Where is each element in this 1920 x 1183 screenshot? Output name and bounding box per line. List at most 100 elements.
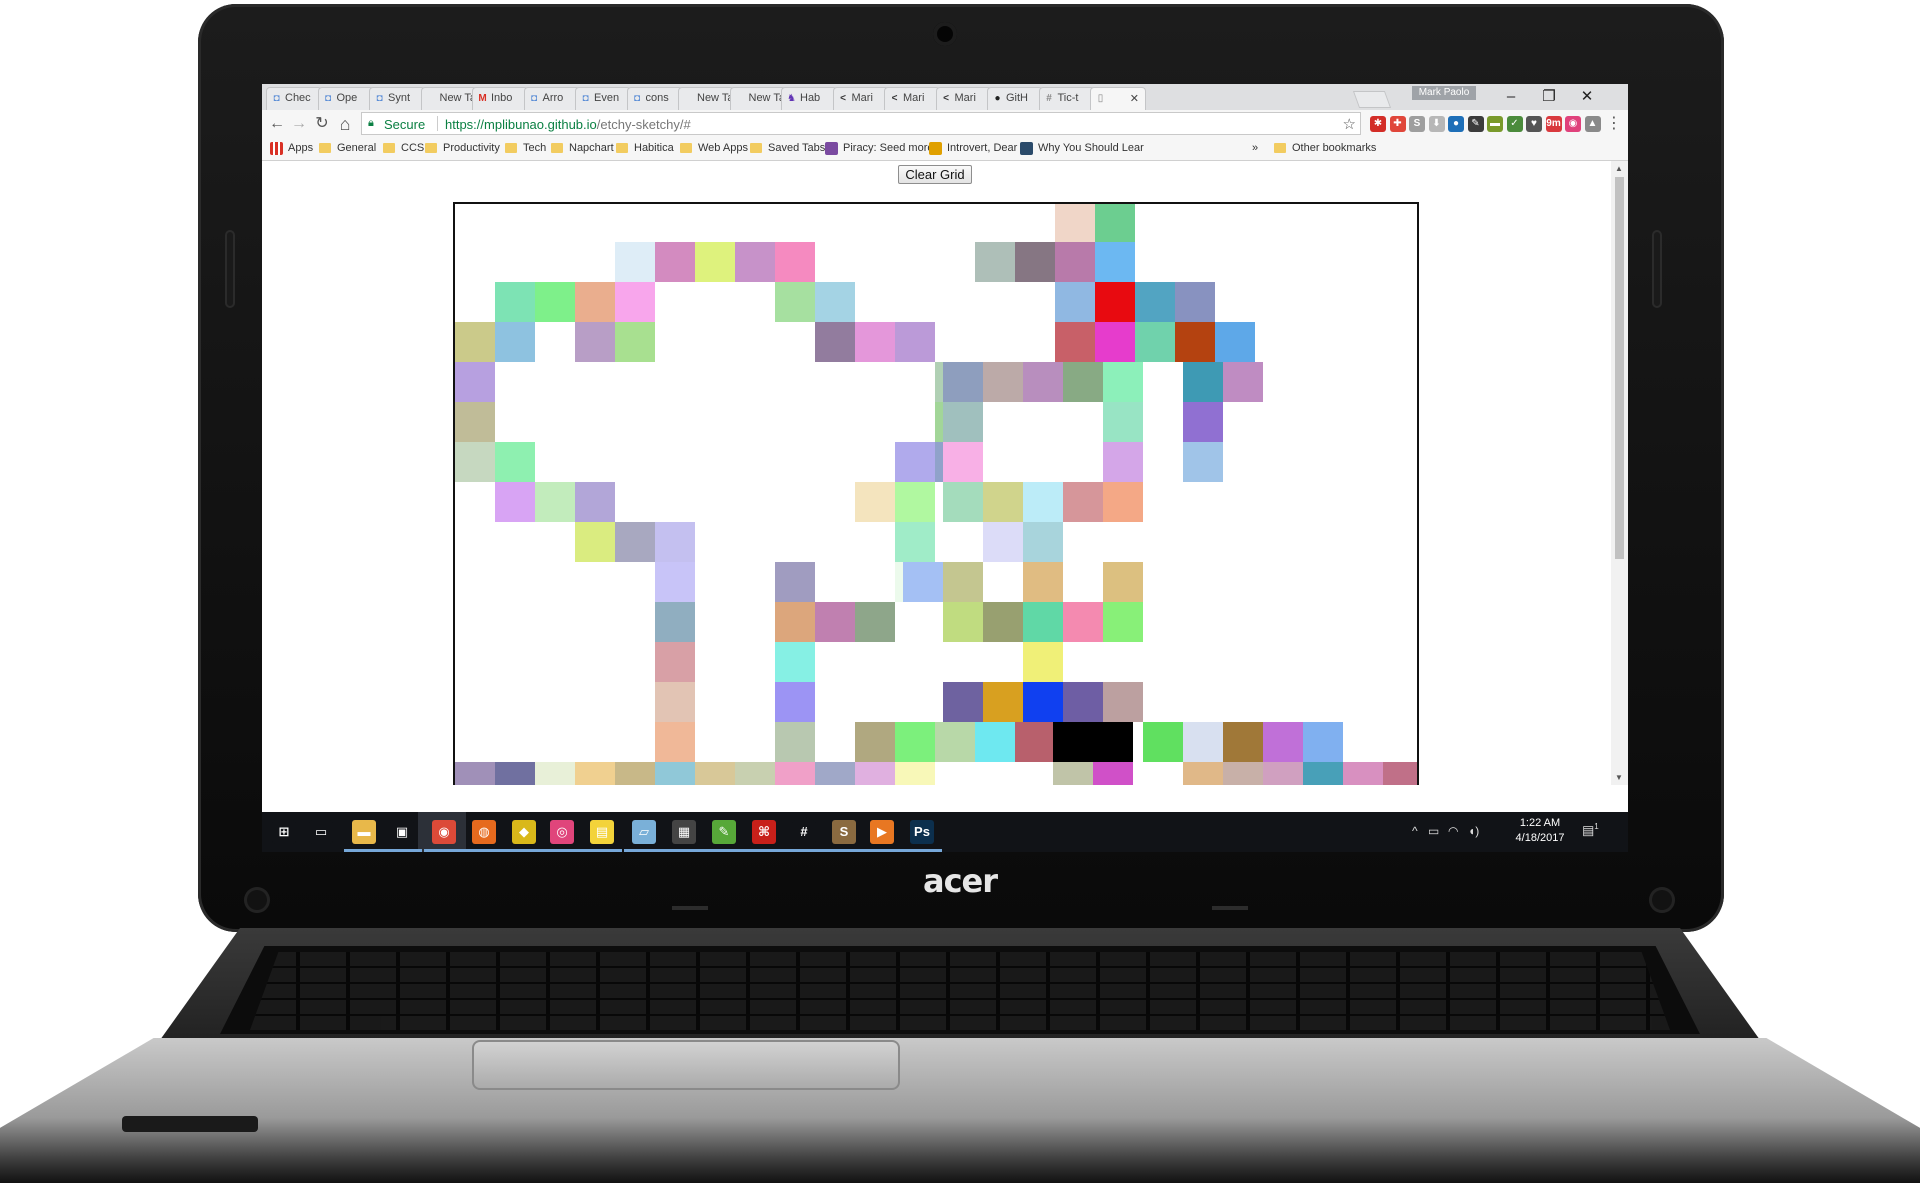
- slack-icon[interactable]: #: [792, 820, 816, 844]
- grid-cell[interactable]: [1015, 242, 1055, 282]
- grid-cell[interactable]: [1183, 442, 1223, 482]
- grid-cell[interactable]: [775, 762, 815, 785]
- tab-4[interactable]: M Inbo: [472, 87, 528, 110]
- grid-cell[interactable]: [1135, 282, 1175, 322]
- grid-cell[interactable]: [655, 602, 695, 642]
- grid-cell[interactable]: [775, 682, 815, 722]
- menu-icon[interactable]: ⋮: [1604, 114, 1624, 134]
- tab-1[interactable]: ◘ Ope: [317, 87, 374, 110]
- grid-cell[interactable]: [1103, 442, 1143, 482]
- bookmark-productivity[interactable]: Productivity: [425, 142, 500, 154]
- bookmark-star-icon[interactable]: ☆: [1343, 115, 1356, 133]
- grid-cell[interactable]: [1055, 204, 1095, 242]
- bookmarks-overflow-icon[interactable]: »: [1252, 142, 1258, 154]
- grid-cell[interactable]: [943, 402, 983, 442]
- grid-cell[interactable]: [775, 602, 815, 642]
- wifi-icon[interactable]: ◠: [1448, 824, 1458, 838]
- grid-cell[interactable]: [535, 282, 575, 322]
- grid-cell[interactable]: [455, 362, 495, 402]
- grid-cell[interactable]: [1095, 204, 1135, 242]
- sublime-icon[interactable]: S: [832, 820, 856, 844]
- grid-cell[interactable]: [1223, 722, 1263, 762]
- grid-cell[interactable]: [1183, 402, 1223, 442]
- grid-cell[interactable]: [1055, 242, 1095, 282]
- grid-cell[interactable]: [575, 762, 615, 785]
- tab-14[interactable]: ● GitH: [987, 87, 1043, 110]
- scroll-up-icon[interactable]: ▲: [1615, 164, 1623, 173]
- page-scrollbar[interactable]: ▲ ▼: [1611, 161, 1628, 785]
- profile-badge[interactable]: Mark Paolo: [1412, 86, 1476, 100]
- grid-cell[interactable]: [1093, 722, 1133, 762]
- grid-cell[interactable]: [1383, 762, 1417, 785]
- bookmark-tech[interactable]: Tech: [505, 142, 546, 154]
- grid-cell[interactable]: [943, 562, 983, 602]
- tray-app-icon[interactable]: ◆: [512, 820, 536, 844]
- grid-cell[interactable]: [983, 482, 1023, 522]
- grid-cell[interactable]: [655, 762, 695, 785]
- grid-cell[interactable]: [815, 602, 855, 642]
- bookmark-general[interactable]: General: [319, 142, 376, 154]
- media-player-icon[interactable]: ▶: [870, 820, 894, 844]
- tray-chevron-icon[interactable]: ^: [1412, 824, 1418, 838]
- grid-cell[interactable]: [1093, 762, 1133, 785]
- firefox-icon[interactable]: ◍: [472, 820, 496, 844]
- grid-cell[interactable]: [775, 642, 815, 682]
- grid-cell[interactable]: [1053, 722, 1093, 762]
- grid-cell[interactable]: [1303, 722, 1343, 762]
- scroll-thumb[interactable]: [1615, 177, 1624, 559]
- new-tab-button[interactable]: [1352, 91, 1392, 108]
- grid-cell[interactable]: [1023, 522, 1063, 562]
- bookmark-ccs[interactable]: CCS: [383, 142, 424, 154]
- grid-cell[interactable]: [855, 322, 895, 362]
- grid-cell[interactable]: [1063, 482, 1103, 522]
- grid-cell[interactable]: [855, 722, 895, 762]
- lastpass-icon[interactable]: ✱: [1370, 116, 1386, 132]
- grid-cell[interactable]: [735, 242, 775, 282]
- grid-cell[interactable]: [975, 242, 1015, 282]
- grid-cell[interactable]: [855, 762, 895, 785]
- grid-cell[interactable]: [815, 282, 855, 322]
- store-icon[interactable]: ▣: [390, 820, 414, 844]
- start-icon[interactable]: ⊞: [272, 820, 296, 844]
- grid-cell[interactable]: [1063, 682, 1103, 722]
- grid-cell[interactable]: [1175, 282, 1215, 322]
- grid-cell[interactable]: [1135, 322, 1175, 362]
- grid-cell[interactable]: [1303, 762, 1343, 785]
- grid-cell[interactable]: [1103, 482, 1143, 522]
- grid-cell[interactable]: [1015, 722, 1055, 762]
- grid-cell[interactable]: [983, 602, 1023, 642]
- grid-cell[interactable]: [895, 482, 935, 522]
- grid-cell[interactable]: [895, 522, 935, 562]
- grid-cell[interactable]: [1103, 682, 1143, 722]
- tab-13[interactable]: < Mari: [935, 87, 992, 110]
- grid-cell[interactable]: [615, 282, 655, 322]
- grid-cell[interactable]: [1063, 602, 1103, 642]
- chrome-icon[interactable]: ◉: [432, 820, 456, 844]
- grid-cell[interactable]: [935, 762, 975, 785]
- grid-cell[interactable]: [1103, 402, 1143, 442]
- grid-cell[interactable]: [655, 722, 695, 762]
- grid-cell[interactable]: [695, 762, 735, 785]
- task-view-icon[interactable]: ▭: [309, 820, 333, 844]
- sketch-grid[interactable]: [453, 202, 1419, 785]
- grid-cell[interactable]: [615, 242, 655, 282]
- grid-cell[interactable]: [455, 402, 495, 442]
- grid-cell[interactable]: [615, 762, 655, 785]
- grid-cell[interactable]: [655, 522, 695, 562]
- grid-cell[interactable]: [775, 562, 815, 602]
- restore-button[interactable]: ❐: [1530, 87, 1568, 107]
- tab-6[interactable]: ◘ Even: [575, 87, 631, 110]
- grid-cell[interactable]: [975, 722, 1015, 762]
- grid-cell[interactable]: [1023, 642, 1063, 682]
- grid-cell[interactable]: [495, 762, 535, 785]
- grid-cell[interactable]: [1095, 322, 1135, 362]
- grid-cell[interactable]: [943, 482, 983, 522]
- evernote-icon[interactable]: ✎: [712, 820, 736, 844]
- grid-cell[interactable]: [1103, 562, 1143, 602]
- sticky-notes-icon[interactable]: ▤: [590, 820, 614, 844]
- grid-cell[interactable]: [455, 322, 495, 362]
- timer-icon[interactable]: 9m: [1545, 116, 1562, 132]
- grid-cell[interactable]: [695, 242, 735, 282]
- system-clock[interactable]: 1:22 AM 4/18/2017: [1505, 816, 1575, 846]
- grid-cell[interactable]: [455, 442, 495, 482]
